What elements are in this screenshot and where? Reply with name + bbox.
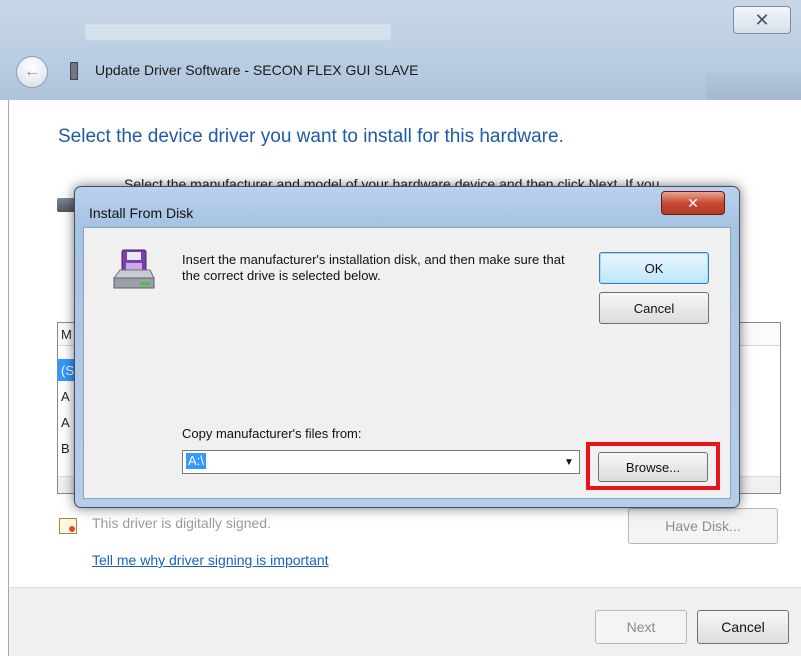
list-item[interactable]: A [61,415,70,430]
frame-strip [706,72,801,102]
back-arrow-icon: ← [24,63,40,80]
list-item[interactable]: A [61,389,70,404]
back-button[interactable]: ← [16,56,48,88]
close-icon: ✕ [687,194,699,211]
have-disk-button[interactable]: Have Disk... [628,508,778,544]
driver-signing-link[interactable]: Tell me why driver signing is important [92,552,329,568]
wizard-frame [0,0,801,100]
list-item[interactable]: (S [61,363,74,378]
wizard-close-button[interactable]: ✕ [733,6,791,34]
dialog-title: Install From Disk [89,205,194,221]
list-item[interactable]: B [61,441,70,456]
signed-text: This driver is digitally signed. [92,515,271,531]
certificate-icon [59,518,77,534]
next-button[interactable]: Next [595,610,687,644]
dialog-close-button[interactable]: ✕ [661,191,725,215]
close-icon: ✕ [754,9,770,30]
path-value[interactable]: A:\ [186,453,206,469]
wizard-cancel-button[interactable]: Cancel [697,610,789,644]
list-header-label: M [61,327,72,342]
copy-from-label: Copy manufacturer's files from: [182,426,362,441]
floppy-disk-icon [113,249,155,289]
background-window-ghost [85,24,391,40]
dialog-cancel-button[interactable]: Cancel [599,292,709,324]
dialog-message: Insert the manufacturer's installation d… [182,252,565,283]
ok-button[interactable]: OK [599,252,709,284]
chevron-down-icon[interactable]: ▼ [559,451,579,473]
copy-from-combobox[interactable]: A:\ ▼ [182,450,580,474]
device-icon [70,62,78,80]
wizard-title: Update Driver Software - SECON FLEX GUI … [95,62,419,78]
browse-highlight-annotation [586,442,720,490]
page-heading: Select the device driver you want to ins… [58,126,564,147]
